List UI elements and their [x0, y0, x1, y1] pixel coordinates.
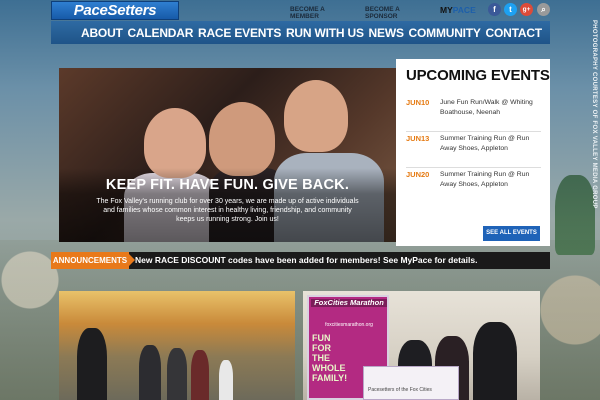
become-sponsor-link[interactable]: BECOME A SPONSOR — [365, 6, 429, 20]
hero-title: KEEP FIT. HAVE FUN. GIVE BACK. — [105, 177, 350, 193]
announcements-bar: ANNOUNCEMENTS New RACE DISCOUNT codes ha… — [51, 252, 550, 269]
hero-banner[interactable]: KEEP FIT. HAVE FUN. GIVE BACK. The Fox V… — [59, 68, 396, 242]
runner-figure — [77, 328, 107, 400]
check-presentation-photo[interactable]: FoxCities Marathon foxcitiesmarathon.org… — [303, 291, 540, 400]
announcements-label: ANNOUNCEMENTS — [51, 252, 135, 269]
person-figure — [473, 322, 517, 400]
facebook-icon[interactable]: f — [488, 3, 501, 16]
photo-credit: PHOTOGRAPHY COURTESY OF FOX VALLEY MEDIA… — [591, 20, 597, 209]
announcement-text[interactable]: New RACE DISCOUNT codes have been added … — [135, 252, 477, 269]
twitter-icon[interactable]: t — [504, 3, 517, 16]
mypace-link[interactable]: MYPACE — [440, 5, 476, 15]
nav-race-events[interactable]: RACE EVENTS — [198, 26, 281, 40]
see-all-events-button[interactable]: SEE ALL EVENTS — [483, 226, 540, 241]
runner-figure — [191, 350, 209, 400]
event-name[interactable]: Summer Training Run @ Run Away Shoes, Ap… — [440, 170, 544, 190]
runners-photo[interactable] — [59, 291, 295, 400]
upcoming-events-panel: UPCOMING EVENTS JUN10 June Fun Run/Walk … — [396, 59, 550, 246]
event-item[interactable]: JUN13 Summer Training Run @ Run Away Sho… — [406, 134, 541, 168]
poster-tagline: FUN FOR THE WHOLE FAMILY! — [312, 333, 348, 383]
background-tree — [555, 175, 595, 255]
become-member-link[interactable]: BECOME A MEMBER — [290, 6, 354, 20]
event-date: JUN20 — [406, 170, 430, 179]
nav-contact[interactable]: CONTACT — [486, 26, 543, 40]
nav-news[interactable]: NEWS — [369, 26, 404, 40]
search-icon[interactable]: ⌕ — [537, 3, 550, 16]
main-nav: ABOUT CALENDAR RACE EVENTS RUN WITH US N… — [51, 21, 550, 44]
hero-description: The Fox Valley's running club for over 3… — [96, 198, 359, 223]
runner-figure — [139, 345, 161, 400]
nav-run-with-us[interactable]: RUN WITH US — [286, 26, 364, 40]
event-name[interactable]: Summer Training Run @ Run Away Shoes, Ap… — [440, 134, 544, 154]
runner-figure — [219, 360, 233, 400]
event-item[interactable]: JUN10 June Fun Run/Walk @ Whiting Boatho… — [406, 98, 541, 132]
event-item[interactable]: JUN20 Summer Training Run @ Run Away Sho… — [406, 170, 541, 204]
runner-figure — [167, 348, 187, 400]
poster-url: foxcitiesmarathon.org — [325, 322, 373, 328]
mypace-suffix: PACE — [452, 5, 476, 15]
upcoming-events-title: UPCOMING EVENTS — [406, 67, 550, 84]
top-bar: PaceSetters BECOME A MEMBER BECOME A SPO… — [0, 0, 600, 22]
poster-title: FoxCities Marathon — [311, 299, 387, 307]
event-date: JUN13 — [406, 134, 430, 143]
site-logo[interactable]: PaceSetters — [51, 1, 179, 20]
event-date: JUN10 — [406, 98, 430, 107]
event-name[interactable]: June Fun Run/Walk @ Whiting Boathouse, N… — [440, 98, 544, 118]
nav-community[interactable]: COMMUNITY — [409, 26, 481, 40]
mypace-prefix: MY — [440, 5, 453, 15]
donation-check: Pacesetters of the Fox Cities — [363, 366, 459, 400]
check-text: Pacesetters of the Fox Cities — [368, 387, 432, 393]
nav-about[interactable]: ABOUT — [81, 26, 123, 40]
hero-photo-face — [284, 80, 348, 152]
hero-photo-face — [209, 102, 275, 176]
nav-calendar[interactable]: CALENDAR — [127, 26, 193, 40]
googleplus-icon[interactable]: g+ — [520, 3, 533, 16]
